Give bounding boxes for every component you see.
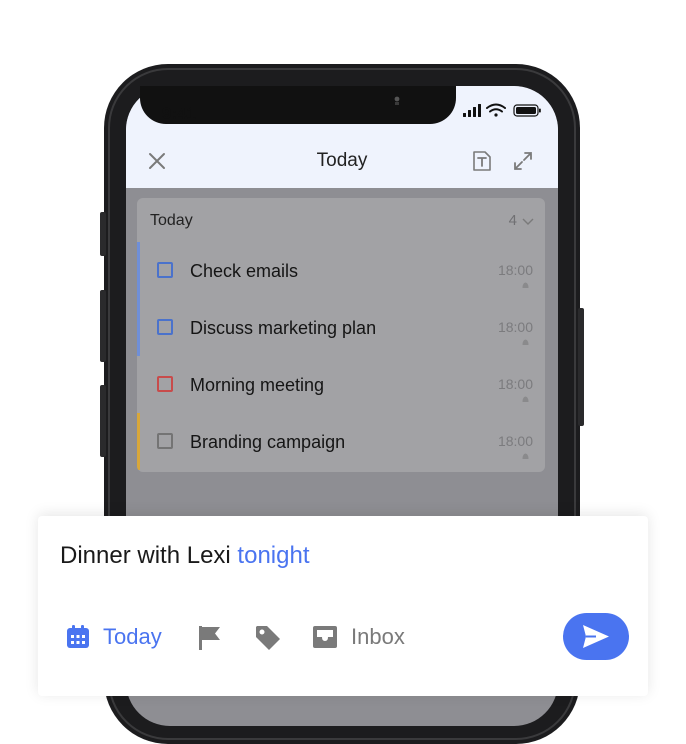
task-checkbox[interactable] [157, 433, 173, 449]
phone-power-button [578, 308, 584, 426]
task-count: 4 [508, 212, 517, 229]
wifi-icon [486, 103, 506, 117]
priority-bar [137, 299, 140, 356]
task-row[interactable]: Morning meeting 18:00 [137, 356, 545, 413]
reminder-icon [522, 339, 529, 345]
task-label: Morning meeting [190, 375, 325, 395]
date-keyword: tonight [237, 542, 310, 569]
priority-flag-icon[interactable] [195, 623, 223, 651]
task-label: Discuss marketing plan [190, 318, 377, 338]
phone-silent-switch [100, 212, 106, 256]
task-label: Branding campaign [190, 432, 346, 452]
task-input-text: Dinner with Lexi [60, 542, 238, 569]
phone-volume-down [100, 385, 106, 457]
calendar-icon[interactable] [64, 623, 92, 651]
send-icon [583, 625, 609, 648]
battery-icon [513, 104, 541, 117]
status-time: 9:41 [162, 104, 197, 123]
task-checkbox[interactable] [157, 376, 173, 392]
send-button[interactable] [563, 613, 629, 660]
task-row[interactable]: Discuss marketing plan 18:00 [137, 299, 545, 356]
task-time: 18:00 [497, 376, 533, 392]
camera-icon [394, 96, 400, 105]
task-time: 18:00 [497, 433, 533, 449]
signal-icon [463, 104, 481, 117]
task-input[interactable]: Dinner with Lexi tonight [60, 542, 309, 570]
chevron-down-icon[interactable] [522, 215, 534, 227]
task-row[interactable]: Branding campaign 18:00 [137, 413, 545, 470]
quick-add-sheet: Dinner with Lexi tonight Today Inbox [38, 516, 648, 696]
task-row[interactable]: Check emails 18:00 [137, 242, 545, 299]
task-time: 18:00 [497, 319, 533, 335]
status-icons [463, 103, 541, 117]
due-date-button[interactable]: Today [103, 624, 162, 650]
priority-bar [137, 242, 140, 299]
reminder-icon [522, 453, 529, 459]
section-title: Today [150, 212, 193, 229]
task-list-card: Today 4 Check emails 18:00 Discuss marke… [137, 198, 545, 472]
text-format-icon[interactable] [471, 150, 493, 172]
reminder-icon [522, 282, 529, 288]
priority-bar [137, 356, 140, 413]
close-icon[interactable] [146, 150, 168, 172]
phone-volume-up [100, 290, 106, 362]
expand-icon[interactable] [512, 150, 534, 172]
inbox-icon[interactable] [311, 623, 339, 651]
reminder-icon [522, 396, 529, 402]
tag-icon[interactable] [253, 623, 283, 653]
task-time: 18:00 [497, 262, 533, 278]
task-checkbox[interactable] [157, 319, 173, 335]
task-label: Check emails [190, 261, 299, 281]
page-title: Today [316, 150, 368, 171]
priority-bar [137, 413, 140, 470]
list-selector[interactable]: Inbox [351, 624, 405, 650]
task-checkbox[interactable] [157, 262, 173, 278]
